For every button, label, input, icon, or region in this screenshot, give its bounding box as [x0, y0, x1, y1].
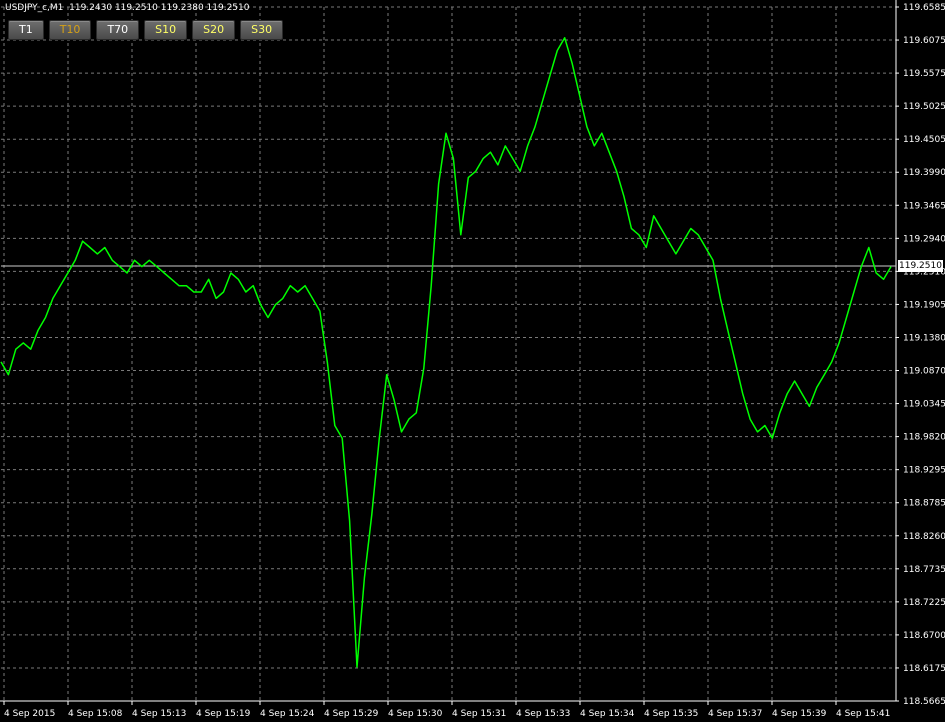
x-tick-label: 4 Sep 15:30 — [388, 709, 443, 719]
x-tick-label: 4 Sep 15:39 — [772, 709, 827, 719]
x-tick-label: 4 Sep 15:33 — [516, 709, 570, 719]
y-tick-label: 119.0870 — [903, 367, 945, 377]
y-tick-label: 119.6585 — [903, 3, 945, 13]
x-tick-label: 4 Sep 15:08 — [68, 709, 123, 719]
timeframe-button-s30[interactable]: S30 — [240, 20, 284, 40]
x-tick-label: 4 Sep 15:35 — [644, 709, 698, 719]
timeframe-button-t1[interactable]: T1 — [8, 20, 44, 40]
timeframe-button-t10[interactable]: T10 — [48, 20, 92, 40]
x-tick-label: 4 Sep 15:34 — [580, 709, 635, 719]
timeframe-toolbar: T1 T10 T70 S10 S20 S30 — [8, 20, 284, 40]
timeframe-button-t70[interactable]: T70 — [96, 20, 140, 40]
y-tick-label: 119.0345 — [903, 400, 945, 410]
x-tick-label: 4 Sep 15:37 — [708, 709, 762, 719]
price-series-line — [0, 37, 892, 668]
y-tick-label: 118.6700 — [903, 631, 945, 641]
y-tick-label: 118.6175 — [903, 664, 945, 674]
y-tick-label: 118.8785 — [903, 499, 945, 509]
x-tick-label: 4 Sep 15:31 — [452, 709, 506, 719]
y-tick-label: 118.9820 — [903, 433, 945, 443]
x-tick-label: 4 Sep 15:29 — [324, 709, 379, 719]
y-tick-label: 119.1380 — [903, 333, 945, 343]
timeframe-button-s20[interactable]: S20 — [192, 20, 236, 40]
y-tick-label: 119.6075 — [903, 36, 945, 46]
x-tick-label: 4 Sep 15:19 — [196, 709, 251, 719]
current-price-label: 119.2510 — [898, 259, 943, 272]
y-tick-label: 119.1905 — [903, 300, 945, 310]
timeframe-button-s10[interactable]: S10 — [144, 20, 188, 40]
y-tick-label: 118.7225 — [903, 598, 945, 608]
y-tick-label: 118.5665 — [903, 697, 945, 707]
x-tick-label: 4 Sep 15:24 — [260, 709, 315, 719]
grid — [1, 6, 896, 702]
y-tick-label: 118.8260 — [903, 532, 945, 542]
x-tick-label: 4 Sep 2015 — [4, 709, 55, 719]
y-tick-label: 118.7735 — [903, 565, 945, 575]
y-tick-label: 119.3990 — [903, 168, 945, 178]
price-chart[interactable]: 119.6585 119.6075 119.5575 119.5025 119.4505… — [0, 0, 945, 722]
y-tick-label: 119.3465 — [903, 201, 945, 211]
x-tick-label: 4 Sep 15:41 — [836, 709, 890, 719]
symbol-info: USDJPY_c,M1 119.2430 119.2510 119.2380 1… — [5, 3, 250, 13]
y-tick-label: 119.5575 — [903, 69, 945, 79]
y-tick-label: 119.2940 — [903, 234, 945, 244]
x-axis-ticks: 4 Sep 2015 4 Sep 15:08 4 Sep 15:13 4 Sep 15… — [3, 701, 890, 719]
series-layer — [0, 37, 892, 668]
axes — [0, 0, 897, 702]
y-tick-label: 119.5025 — [903, 102, 945, 112]
y-axis-ticks: 119.6585 119.6075 119.5575 119.5025 119.4505… — [896, 3, 945, 707]
chart-window: 119.6585 119.6075 119.5575 119.5025 119.4505… — [0, 0, 945, 722]
x-tick-label: 4 Sep 15:13 — [132, 709, 186, 719]
y-tick-label: 118.9295 — [903, 466, 945, 476]
y-tick-label: 119.4505 — [903, 135, 945, 145]
